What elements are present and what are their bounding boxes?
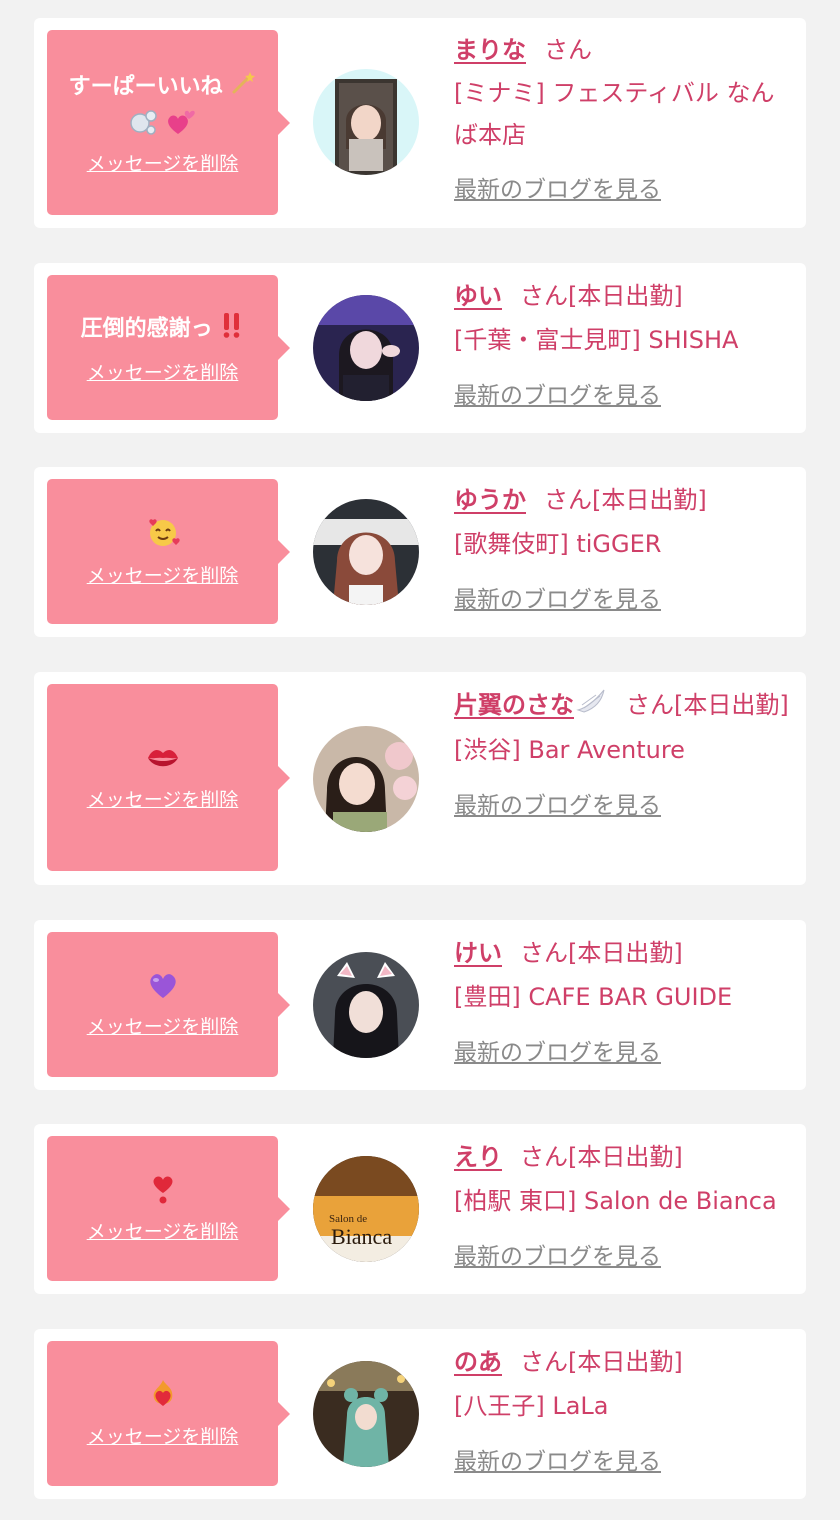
delete-message-link[interactable]: メッセージを削除 xyxy=(87,1422,239,1449)
latest-blog-link[interactable]: 最新のブログを見る xyxy=(454,374,792,418)
two-hearts-icon xyxy=(164,107,196,141)
cast-suffix: さん[本日出勤] xyxy=(544,486,707,514)
message-bubble: 圧倒的感謝っ メッセージを削除 xyxy=(47,275,290,420)
delete-message-link[interactable]: メッセージを削除 xyxy=(87,1217,239,1244)
cast-info: のあ さん[本日出勤] [八王子] LaLa 最新のブログを見る xyxy=(454,1340,792,1484)
message-card: 圧倒的感謝っ メッセージを削除 ゆい さん[本日出勤] [千葉・富士見町] SHI… xyxy=(34,263,806,433)
cast-suffix: さん[本日出勤] xyxy=(626,691,789,719)
message-bubble: メッセージを削除 xyxy=(47,1341,290,1486)
avatar[interactable] xyxy=(313,69,419,175)
wing-icon xyxy=(576,684,608,728)
cast-name-link[interactable]: まりな xyxy=(454,36,526,64)
bubbles-icon xyxy=(129,107,159,141)
message-emoji-row xyxy=(129,107,196,139)
double-exclamation-icon xyxy=(220,311,244,348)
cast-name-link[interactable]: えり xyxy=(454,1143,502,1171)
cast-info: えり さん[本日出勤] [柏駅 東口] Salon de Bianca 最新のブロ… xyxy=(454,1135,792,1279)
shop-name: [八王子] LaLa xyxy=(454,1392,609,1420)
magic-wand-icon xyxy=(230,70,256,105)
avatar[interactable] xyxy=(313,295,419,401)
delete-message-link[interactable]: メッセージを削除 xyxy=(87,358,239,385)
avatar[interactable] xyxy=(313,952,419,1058)
message-bubble: メッセージを削除 xyxy=(47,479,290,624)
shop-name: [ミナミ] フェスティバル なんば本店 xyxy=(454,79,775,149)
cast-suffix: さん xyxy=(544,36,592,64)
latest-blog-link[interactable]: 最新のブログを見る xyxy=(454,1031,792,1075)
cast-suffix: さん[本日出勤] xyxy=(520,1348,683,1376)
cast-info: ゆうか さん[本日出勤] [歌舞伎町] tiGGER 最新のブログを見る xyxy=(454,478,792,622)
latest-blog-link[interactable]: 最新のブログを見る xyxy=(454,1235,792,1279)
message-card: メッセージを削除 片翼のさな さん[本日出勤] [渋谷] Bar Aventure… xyxy=(34,672,806,885)
kiss-mark-icon xyxy=(146,743,180,777)
cast-suffix: さん[本日出勤] xyxy=(520,1143,683,1171)
cast-info: まりな さん [ミナミ] フェスティバル なんば本店 最新のブログを見る xyxy=(454,28,792,212)
avatar[interactable] xyxy=(313,499,419,605)
message-bubble: メッセージを削除 xyxy=(47,932,290,1077)
message-bubble: すーぱーいいね メッセージを削除 xyxy=(47,30,290,215)
message-card: すーぱーいいね メッセージを削除 まりな さん [ミナミ] フェスティバル なん… xyxy=(34,18,806,228)
heart-exclamation-icon xyxy=(151,1173,175,1209)
message-text: すーぱーいいね xyxy=(61,70,265,105)
latest-blog-link[interactable]: 最新のブログを見る xyxy=(454,168,792,212)
avatar-text-line2: Bianca xyxy=(331,1224,392,1249)
avatar[interactable]: Salon de Bianca xyxy=(313,1156,419,1262)
latest-blog-link[interactable]: 最新のブログを見る xyxy=(454,784,792,828)
delete-message-link[interactable]: メッセージを削除 xyxy=(87,561,239,588)
smiling-face-with-hearts-icon xyxy=(146,515,180,553)
shop-name: [歌舞伎町] tiGGER xyxy=(454,530,662,558)
message-bubble: メッセージを削除 xyxy=(47,1136,290,1281)
cast-name-link[interactable]: けい xyxy=(454,939,502,967)
cast-info: けい さん[本日出勤] [豊田] CAFE BAR GUIDE 最新のブログを見る xyxy=(454,931,792,1075)
cast-name-link[interactable]: のあ xyxy=(454,1348,502,1376)
message-text: 圧倒的感謝っ xyxy=(73,311,253,348)
shop-name: [豊田] CAFE BAR GUIDE xyxy=(454,983,733,1011)
shop-name: [渋谷] Bar Aventure xyxy=(454,736,685,764)
heart-on-fire-icon xyxy=(148,1378,178,1414)
cast-name-link[interactable]: ゆうか xyxy=(454,486,526,514)
cast-suffix: さん[本日出勤] xyxy=(520,939,683,967)
shop-name: [千葉・富士見町] SHISHA xyxy=(454,326,739,354)
avatar[interactable] xyxy=(313,1361,419,1467)
cast-info: ゆい さん[本日出勤] [千葉・富士見町] SHISHA 最新のブログを見る xyxy=(454,274,792,418)
message-card: メッセージを削除 のあ さん[本日出勤] [八王子] LaLa 最新のブログを見る xyxy=(34,1329,806,1499)
avatar[interactable] xyxy=(313,726,419,832)
latest-blog-link[interactable]: 最新のブログを見る xyxy=(454,578,792,622)
delete-message-link[interactable]: メッセージを削除 xyxy=(87,785,239,812)
cast-name-link[interactable]: ゆい xyxy=(454,282,502,310)
shop-name: [柏駅 東口] Salon de Bianca xyxy=(454,1187,777,1215)
delete-message-link[interactable]: メッセージを削除 xyxy=(87,149,239,176)
purple-heart-icon xyxy=(147,970,179,1004)
message-card: メッセージを削除 けい さん[本日出勤] [豊田] CAFE BAR GUIDE … xyxy=(34,920,806,1090)
message-bubble: メッセージを削除 xyxy=(47,684,290,871)
cast-name-link[interactable]: 片翼のさな xyxy=(454,689,608,719)
cast-info: 片翼のさな さん[本日出勤] [渋谷] Bar Aventure 最新のブログを見… xyxy=(454,683,792,828)
delete-message-link[interactable]: メッセージを削除 xyxy=(87,1012,239,1039)
message-card: メッセージを削除 ゆうか さん[本日出勤] [歌舞伎町] tiGGER 最新のブロ… xyxy=(34,467,806,637)
message-card: メッセージを削除 Salon de Bianca えり さん[本日出勤] [柏駅 … xyxy=(34,1124,806,1294)
cast-suffix: さん[本日出勤] xyxy=(520,282,683,310)
latest-blog-link[interactable]: 最新のブログを見る xyxy=(454,1440,792,1484)
